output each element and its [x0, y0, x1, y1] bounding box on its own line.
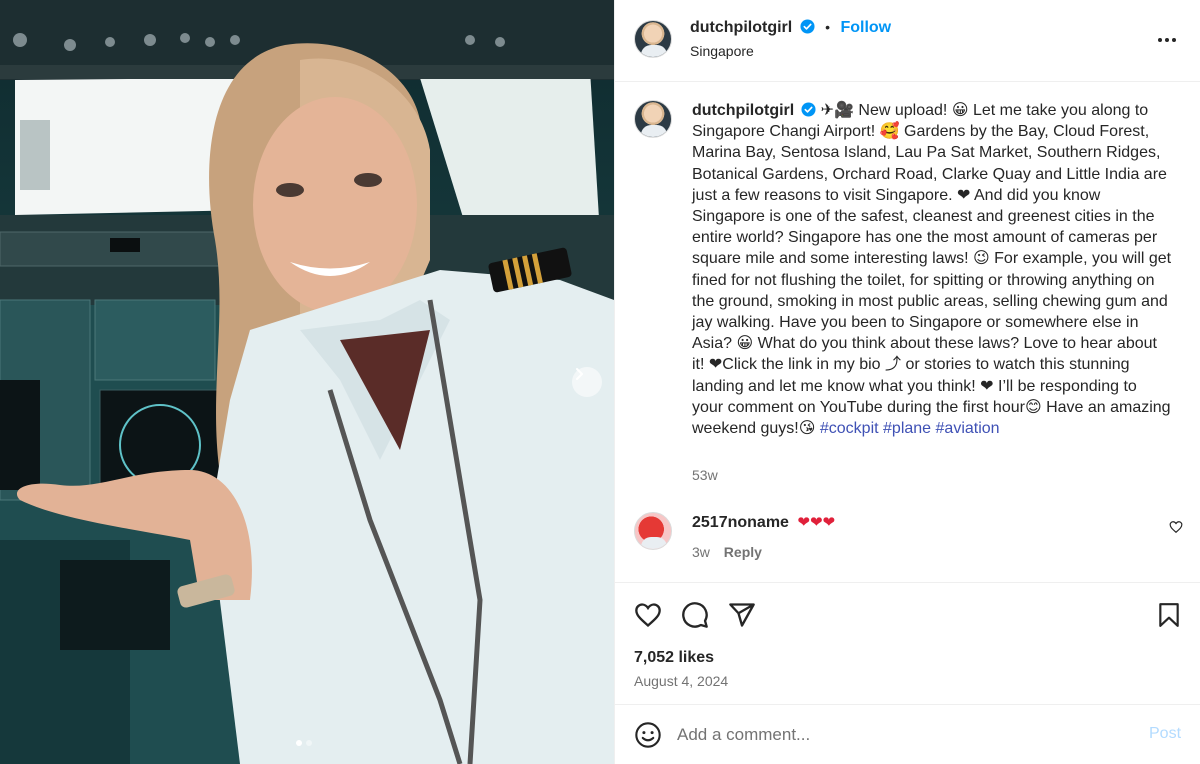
post-date: August 4, 2024	[634, 673, 729, 689]
save-button[interactable]	[1154, 600, 1184, 630]
post-photo[interactable]	[0, 0, 614, 764]
chevron-right-icon	[576, 368, 583, 380]
cockpit-photo-illustration	[0, 0, 614, 764]
comment-meta: 3w Reply	[692, 544, 762, 560]
caption-text: ✈🎥 New upload! 😀 Let me take you along t…	[692, 102, 1172, 438]
like-comment-button[interactable]	[1169, 520, 1183, 539]
verified-badge-icon	[801, 102, 816, 117]
comment-button[interactable]	[680, 600, 710, 630]
comment-composer: Post	[615, 704, 1200, 764]
carousel-dot-active	[296, 740, 302, 746]
follow-button[interactable]: Follow	[840, 19, 891, 36]
comment-timestamp[interactable]: 3w	[692, 544, 710, 560]
post-caption: dutchpilotgirl ✈🎥 New upload! 😀 Let me t…	[692, 100, 1172, 439]
header-user-line: dutchpilotgirl • Follow	[690, 19, 891, 37]
commenter-username[interactable]: 2517noname	[692, 514, 789, 531]
carousel-dot	[306, 740, 312, 746]
comments-section: dutchpilotgirl ✈🎥 New upload! 😀 Let me t…	[615, 82, 1200, 582]
post-header: dutchpilotgirl • Follow Singapore	[615, 0, 1200, 82]
like-button[interactable]	[633, 600, 663, 630]
comment-body: 2517noname ❤❤❤	[692, 513, 835, 532]
post-details-panel: dutchpilotgirl • Follow Singapore dutchp…	[614, 0, 1200, 764]
carousel-next-button[interactable]	[572, 367, 602, 397]
reply-button[interactable]: Reply	[724, 544, 762, 560]
comment-input[interactable]	[677, 722, 1117, 748]
post-location[interactable]: Singapore	[690, 43, 754, 59]
author-username[interactable]: dutchpilotgirl	[690, 19, 792, 36]
separator-dot: •	[825, 19, 831, 35]
share-button[interactable]	[727, 600, 757, 630]
likes-count[interactable]: 7,052 likes	[634, 649, 714, 667]
carousel-indicator	[296, 740, 312, 746]
emoji-picker-button[interactable]	[634, 721, 662, 749]
post-actions: 7,052 likes August 4, 2024	[615, 582, 1200, 704]
emoji-icon	[635, 722, 661, 748]
post-comment-button[interactable]: Post	[1149, 725, 1181, 743]
caption-timestamp[interactable]: 53w	[692, 467, 718, 483]
avatar[interactable]	[634, 20, 672, 58]
comment-text: ❤❤❤	[797, 513, 836, 531]
bookmark-icon	[1159, 603, 1179, 627]
caption-avatar[interactable]	[634, 100, 672, 138]
heart-icon	[635, 603, 661, 628]
hashtag-link[interactable]: #cockpit	[820, 420, 879, 437]
caption-username[interactable]: dutchpilotgirl	[692, 102, 794, 119]
more-options-button[interactable]	[1153, 26, 1181, 54]
more-options-icon	[1158, 38, 1176, 42]
verified-badge-icon	[800, 19, 815, 34]
hashtag-link[interactable]: #aviation	[936, 420, 1000, 437]
heart-icon	[1169, 521, 1183, 534]
share-icon	[729, 603, 755, 627]
comment-icon	[682, 602, 708, 628]
commenter-avatar[interactable]	[634, 512, 672, 550]
hashtag-link[interactable]: #plane	[883, 420, 931, 437]
